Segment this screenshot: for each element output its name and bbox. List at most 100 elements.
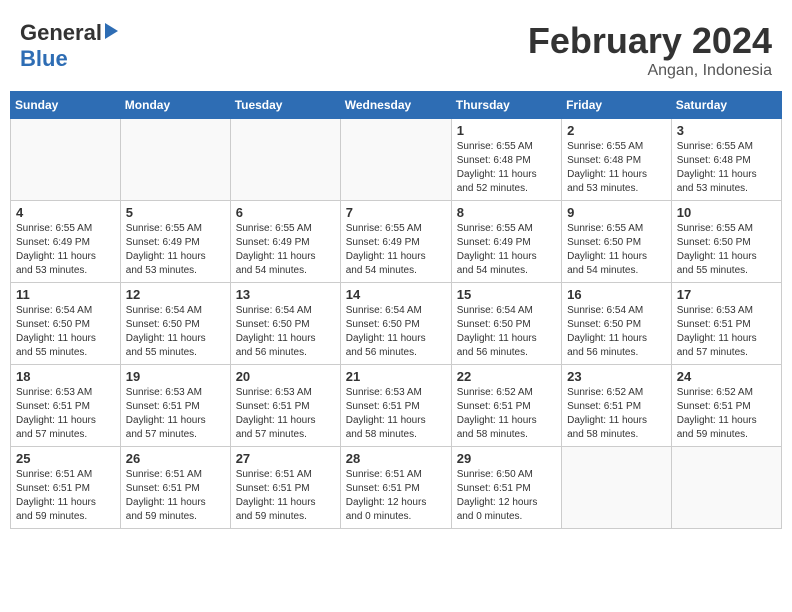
calendar-cell: [340, 119, 451, 201]
day-info: Sunrise: 6:53 AM Sunset: 6:51 PM Dayligh…: [677, 304, 776, 360]
day-info: Sunrise: 6:53 AM Sunset: 6:51 PM Dayligh…: [236, 386, 335, 442]
month-title: February 2024: [528, 20, 772, 62]
weekday-header-sunday: Sunday: [11, 92, 121, 119]
day-info: Sunrise: 6:55 AM Sunset: 6:49 PM Dayligh…: [126, 222, 225, 278]
calendar-cell: 21 Sunrise: 6:53 AM Sunset: 6:51 PM Dayli…: [340, 365, 451, 447]
day-number: 26: [126, 451, 225, 466]
day-number: 6: [236, 205, 335, 220]
day-info: Sunrise: 6:52 AM Sunset: 6:51 PM Dayligh…: [457, 386, 556, 442]
day-number: 17: [677, 287, 776, 302]
day-number: 22: [457, 369, 556, 384]
day-info: Sunrise: 6:53 AM Sunset: 6:51 PM Dayligh…: [346, 386, 446, 442]
calendar-cell: 12 Sunrise: 6:54 AM Sunset: 6:50 PM Dayli…: [120, 283, 230, 365]
calendar-cell: 17 Sunrise: 6:53 AM Sunset: 6:51 PM Dayli…: [671, 283, 781, 365]
calendar-cell: 6 Sunrise: 6:55 AM Sunset: 6:49 PM Daylig…: [230, 201, 340, 283]
calendar-cell: 26 Sunrise: 6:51 AM Sunset: 6:51 PM Dayli…: [120, 447, 230, 529]
day-number: 12: [126, 287, 225, 302]
day-info: Sunrise: 6:54 AM Sunset: 6:50 PM Dayligh…: [126, 304, 225, 360]
logo-general: General: [20, 20, 102, 46]
calendar-cell: 27 Sunrise: 6:51 AM Sunset: 6:51 PM Dayli…: [230, 447, 340, 529]
day-info: Sunrise: 6:55 AM Sunset: 6:49 PM Dayligh…: [346, 222, 446, 278]
day-number: 25: [16, 451, 115, 466]
weekday-header-tuesday: Tuesday: [230, 92, 340, 119]
day-info: Sunrise: 6:54 AM Sunset: 6:50 PM Dayligh…: [236, 304, 335, 360]
calendar-cell: 28Sunrise: 6:51 AM Sunset: 6:51 PM Dayli…: [340, 447, 451, 529]
day-number: 7: [346, 205, 446, 220]
calendar-cell: 29 Sunrise: 6:50 AM Sunset: 6:51 PM Dayli…: [451, 447, 561, 529]
weekday-header-thursday: Thursday: [451, 92, 561, 119]
day-number: 29: [457, 451, 556, 466]
day-info: Sunrise: 6:51 AM Sunset: 6:51 PM Dayligh…: [236, 468, 335, 524]
day-info: Sunrise: 6:54 AM Sunset: 6:50 PM Dayligh…: [346, 304, 446, 360]
day-number: 5: [126, 205, 225, 220]
calendar-cell: 23 Sunrise: 6:52 AM Sunset: 6:51 PM Dayli…: [562, 365, 672, 447]
day-number: 16: [567, 287, 666, 302]
day-info: Sunrise: 6:55 AM Sunset: 6:49 PM Dayligh…: [236, 222, 335, 278]
calendar-cell: 4 Sunrise: 6:55 AM Sunset: 6:49 PM Daylig…: [11, 201, 121, 283]
day-info: Sunrise: 6:51 AM Sunset: 6:51 PM Dayligh…: [16, 468, 115, 524]
calendar-cell: 15 Sunrise: 6:54 AM Sunset: 6:50 PM Dayli…: [451, 283, 561, 365]
calendar-table: SundayMondayTuesdayWednesdayThursdayFrid…: [10, 91, 782, 529]
day-number: 27: [236, 451, 335, 466]
calendar-cell: 10 Sunrise: 6:55 AM Sunset: 6:50 PM Dayli…: [671, 201, 781, 283]
title-block: February 2024 Angan, Indonesia: [528, 20, 772, 80]
calendar-cell: 11 Sunrise: 6:54 AM Sunset: 6:50 PM Dayli…: [11, 283, 121, 365]
day-number: 14: [346, 287, 446, 302]
day-number: 15: [457, 287, 556, 302]
day-number: 2: [567, 123, 666, 138]
calendar-cell: 22 Sunrise: 6:52 AM Sunset: 6:51 PM Dayli…: [451, 365, 561, 447]
day-info: Sunrise: 6:55 AM Sunset: 6:50 PM Dayligh…: [677, 222, 776, 278]
day-info: Sunrise: 6:52 AM Sunset: 6:51 PM Dayligh…: [677, 386, 776, 442]
calendar-cell: 5 Sunrise: 6:55 AM Sunset: 6:49 PM Daylig…: [120, 201, 230, 283]
day-info: Sunrise: 6:52 AM Sunset: 6:51 PM Dayligh…: [567, 386, 666, 442]
calendar-cell: 9 Sunrise: 6:55 AM Sunset: 6:50 PM Daylig…: [562, 201, 672, 283]
calendar-cell: 1 Sunrise: 6:55 AM Sunset: 6:48 PM Daylig…: [451, 119, 561, 201]
day-info: Sunrise: 6:55 AM Sunset: 6:48 PM Dayligh…: [567, 140, 666, 196]
day-info: Sunrise: 6:55 AM Sunset: 6:48 PM Dayligh…: [677, 140, 776, 196]
day-info: Sunrise: 6:55 AM Sunset: 6:50 PM Dayligh…: [567, 222, 666, 278]
logo: General Blue: [20, 20, 118, 72]
weekday-header-wednesday: Wednesday: [340, 92, 451, 119]
day-number: 1: [457, 123, 556, 138]
calendar-cell: 18 Sunrise: 6:53 AM Sunset: 6:51 PM Dayli…: [11, 365, 121, 447]
day-number: 24: [677, 369, 776, 384]
day-number: 3: [677, 123, 776, 138]
logo-arrow-icon: [105, 23, 118, 39]
calendar-cell: 20 Sunrise: 6:53 AM Sunset: 6:51 PM Dayli…: [230, 365, 340, 447]
day-number: 10: [677, 205, 776, 220]
logo-blue: Blue: [20, 46, 68, 71]
day-info: Sunrise: 6:55 AM Sunset: 6:49 PM Dayligh…: [457, 222, 556, 278]
location-title: Angan, Indonesia: [528, 62, 772, 80]
calendar-cell: 25 Sunrise: 6:51 AM Sunset: 6:51 PM Dayli…: [11, 447, 121, 529]
day-number: 4: [16, 205, 115, 220]
calendar-cell: [11, 119, 121, 201]
weekday-header-saturday: Saturday: [671, 92, 781, 119]
day-number: 23: [567, 369, 666, 384]
day-number: 9: [567, 205, 666, 220]
day-number: 11: [16, 287, 115, 302]
calendar-cell: 19Sunrise: 6:53 AM Sunset: 6:51 PM Dayli…: [120, 365, 230, 447]
day-info: Sunrise: 6:54 AM Sunset: 6:50 PM Dayligh…: [16, 304, 115, 360]
page-header: General Blue February 2024 Angan, Indone…: [10, 10, 782, 85]
calendar-cell: 16 Sunrise: 6:54 AM Sunset: 6:50 PM Dayli…: [562, 283, 672, 365]
day-info: Sunrise: 6:50 AM Sunset: 6:51 PM Dayligh…: [457, 468, 556, 524]
weekday-header-friday: Friday: [562, 92, 672, 119]
day-info: Sunrise: 6:54 AM Sunset: 6:50 PM Dayligh…: [457, 304, 556, 360]
day-number: 18: [16, 369, 115, 384]
day-info: Sunrise: 6:53 AM Sunset: 6:51 PM Dayligh…: [126, 386, 225, 442]
calendar-cell: 24 Sunrise: 6:52 AM Sunset: 6:51 PM Dayli…: [671, 365, 781, 447]
calendar-cell: 13Sunrise: 6:54 AM Sunset: 6:50 PM Dayli…: [230, 283, 340, 365]
calendar-cell: [120, 119, 230, 201]
day-info: Sunrise: 6:51 AM Sunset: 6:51 PM Dayligh…: [126, 468, 225, 524]
day-number: 21: [346, 369, 446, 384]
calendar-cell: 14 Sunrise: 6:54 AM Sunset: 6:50 PM Dayli…: [340, 283, 451, 365]
day-info: Sunrise: 6:54 AM Sunset: 6:50 PM Dayligh…: [567, 304, 666, 360]
calendar-cell: [562, 447, 672, 529]
calendar-cell: [230, 119, 340, 201]
calendar-cell: 2 Sunrise: 6:55 AM Sunset: 6:48 PM Daylig…: [562, 119, 672, 201]
calendar-cell: [671, 447, 781, 529]
day-number: 20: [236, 369, 335, 384]
day-info: Sunrise: 6:53 AM Sunset: 6:51 PM Dayligh…: [16, 386, 115, 442]
day-info: Sunrise: 6:55 AM Sunset: 6:48 PM Dayligh…: [457, 140, 556, 196]
day-info: Sunrise: 6:55 AM Sunset: 6:49 PM Dayligh…: [16, 222, 115, 278]
